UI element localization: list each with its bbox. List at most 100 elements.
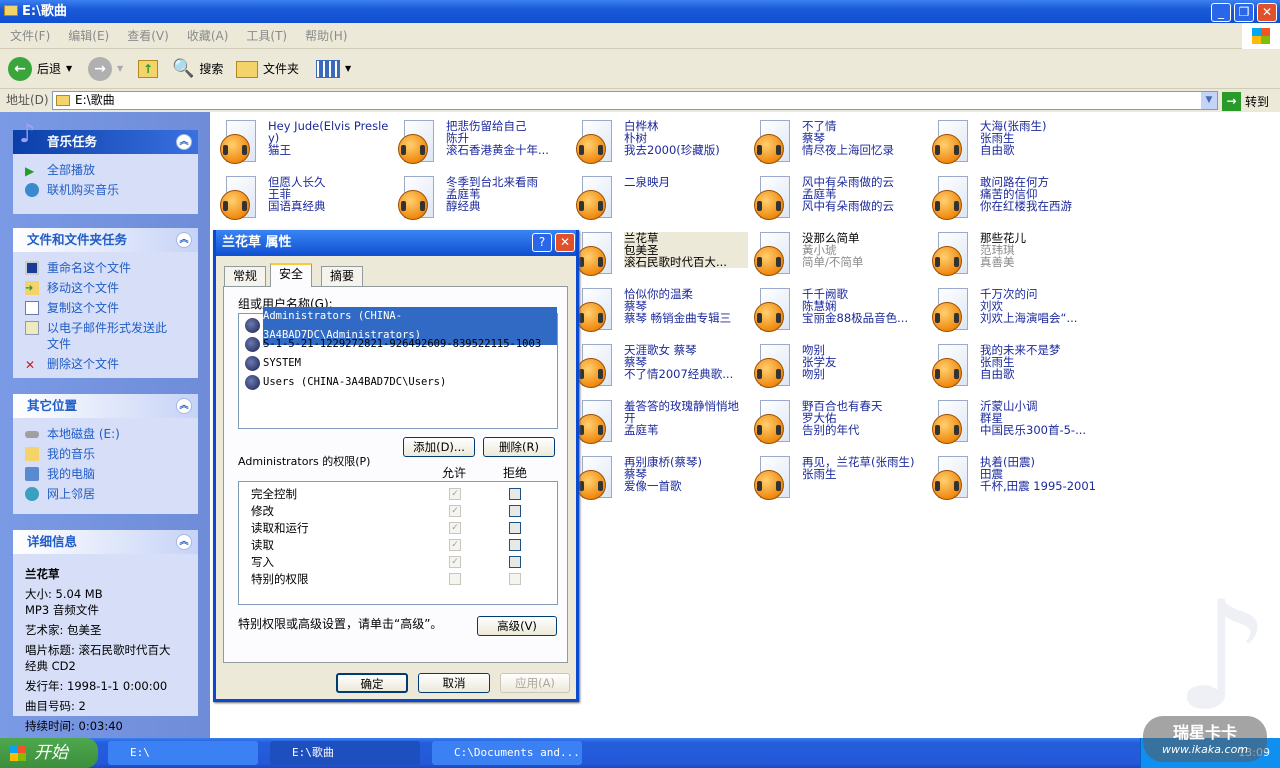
maximize-button[interactable]: ❐ [1234,3,1254,22]
allow-checkbox[interactable]: ✓ [449,505,461,517]
start-button[interactable]: 开始 [0,738,98,768]
tab-summary[interactable]: 摘要 [321,266,364,286]
minimize-button[interactable]: _ [1211,3,1231,22]
dialog-close-button[interactable]: ✕ [555,233,575,252]
file-item[interactable]: 恰似你的温柔 蔡琴 蔡琴 畅销金曲专辑三 [574,286,750,340]
deny-checkbox[interactable] [509,573,521,585]
permission-name: 写入 [251,555,274,569]
menu-help[interactable]: 帮助(H) [305,29,347,43]
up-folder-button[interactable]: ↑ [138,49,158,89]
file-meta: 真善美 [980,255,1015,269]
play-all-link[interactable]: ▶ 全部播放 [25,162,198,178]
delete-file-link[interactable]: ✕ 删除这个文件 [25,356,198,372]
deny-checkbox[interactable] [509,556,521,568]
file-item[interactable]: 冬季到台北来看雨 孟庭苇 醇经典 [396,174,572,228]
advanced-button[interactable]: 高级(V) [477,616,557,636]
menu-edit[interactable]: 编辑(E) [68,29,109,43]
allow-checkbox[interactable]: ✓ [449,488,461,500]
collapse-icon[interactable]: ︽ [176,534,192,550]
ok-button[interactable]: 确定 [336,673,408,693]
file-item[interactable]: 沂蒙山小调 群星 中国民乐300首-5-... [930,398,1106,452]
file-meta: 吻别 [802,367,825,381]
my-music-link[interactable]: 我的音乐 [25,446,198,462]
file-item[interactable]: 敢问路在何方 痛苦的信仰 你在红楼我在西游 [930,174,1106,228]
local-disk-link[interactable]: 本地磁盘 (E:) [25,426,198,442]
collapse-icon[interactable]: ︽ [176,232,192,248]
collapse-icon[interactable]: ︽ [176,134,192,150]
file-item[interactable]: 羞答答的玫瑰静悄悄地开 孟庭苇 [574,398,750,452]
back-button[interactable]: ← 后退 ▼ [8,49,72,89]
tab-general[interactable]: 常规 [224,266,267,286]
file-item[interactable]: 把悲伤留给自己 陈升 滚石香港黄金十年... [396,118,572,172]
add-button[interactable]: 添加(D)... [403,437,475,457]
music-tasks-header[interactable]: ♪ 音乐任务 ︽ [13,121,198,154]
file-item[interactable]: 再见，兰花草(张雨生) 张雨生 [752,454,928,508]
move-file-link[interactable]: ➜ 移动这个文件 [25,280,198,296]
allow-checkbox[interactable]: ✓ [449,539,461,551]
folders-button[interactable]: 文件夹 [236,49,299,89]
file-item[interactable]: 天涯歌女 蔡琴 蔡琴 不了情2007经典歌... [574,342,750,396]
user-list-item[interactable]: SYSTEM [239,354,557,373]
file-item[interactable]: 二泉映月 [574,174,750,228]
shop-music-link[interactable]: 联机购买音乐 [25,182,198,198]
copy-file-link[interactable]: 复制这个文件 [25,300,198,316]
details-header[interactable]: 详细信息 ︽ [13,530,198,554]
my-computer-link[interactable]: 我的电脑 [25,466,198,482]
file-item[interactable]: 那些花儿 范玮琪 真善美 [930,230,1106,284]
allow-checkbox[interactable]: ✓ [449,556,461,568]
task-songs-folder[interactable]: E:\歌曲 [270,741,420,765]
rename-file-link[interactable]: 重命名这个文件 [25,260,198,276]
address-input[interactable]: E:\歌曲 [52,91,1218,110]
deny-checkbox[interactable] [509,522,521,534]
network-places-link[interactable]: 网上邻居 [25,486,198,502]
apply-button[interactable]: 应用(A) [500,673,570,693]
file-label: 吻别 张学友 吻别 [802,344,926,380]
file-item[interactable]: 不了情 蔡琴 情尽夜上海回忆录 [752,118,928,172]
file-item[interactable]: 大海(张雨生) 张雨生 自由歌 [930,118,1106,172]
close-button[interactable]: ✕ [1257,3,1277,22]
file-label: 执着(田震) 田震 千杯,田震 1995-2001 [980,456,1104,492]
menu-favorites[interactable]: 收藏(A) [187,29,229,43]
menu-view[interactable]: 查看(V) [127,29,169,43]
task-documents[interactable]: C:\Documents and... [432,741,582,765]
cancel-button[interactable]: 取消 [418,673,490,693]
file-item[interactable]: 千万次的问 刘欢 刘欢上海演唱会“... [930,286,1106,340]
user-list-item[interactable]: Users (CHINA-3A4BAD7DC\Users) [239,373,557,392]
deny-checkbox[interactable] [509,488,521,500]
user-list-item[interactable]: Administrators (CHINA-3A4BAD7DC\Administ… [239,306,557,345]
file-item[interactable]: 兰花草 包美圣 滚石民歌时代百大... [574,230,750,284]
file-item[interactable]: 但愿人长久 王菲 国语真经典 [218,174,394,228]
allow-checkbox[interactable]: ✓ [449,522,461,534]
views-button[interactable]: ▼ [316,49,351,89]
remove-button[interactable]: 删除(R) [483,437,555,457]
file-item[interactable]: 再别康桥(蔡琴) 蔡琴 爱像一首歌 [574,454,750,508]
help-button[interactable]: ? [532,233,552,252]
user-list-item[interactable]: S-1-5-21-1229272821-926492609-839522115-… [239,335,557,354]
file-item[interactable]: 我的未来不是梦 张雨生 自由歌 [930,342,1106,396]
tab-security[interactable]: 安全 [270,263,313,287]
deny-checkbox[interactable] [509,505,521,517]
search-button[interactable]: 🔍 搜索 [172,49,223,89]
file-meta: 滚石香港黄金十年... [446,143,549,157]
task-drive-e[interactable]: E:\ [108,741,258,765]
address-dropdown[interactable]: ▼ [1201,92,1217,109]
email-file-link[interactable]: 以电子邮件形式发送此文件 [25,320,198,352]
file-item[interactable]: 千千阙歌 陈慧娴 宝丽金88极品音色... [752,286,928,340]
collapse-icon[interactable]: ︽ [176,398,192,414]
file-item[interactable]: 风中有朵雨做的云 孟庭苇 风中有朵雨做的云 [752,174,928,228]
deny-checkbox[interactable] [509,539,521,551]
allow-checkbox[interactable] [449,573,461,585]
user-list[interactable]: Administrators (CHINA-3A4BAD7DC\Administ… [238,306,558,429]
other-places-header[interactable]: 其它位置 ︽ [13,394,198,418]
file-item[interactable]: 白桦林 朴树 我去2000(珍藏版) [574,118,750,172]
file-item[interactable]: 没那么简单 黃小琥 简单/不简单 [752,230,928,284]
go-button[interactable]: → 转到 [1222,91,1269,111]
menu-tools[interactable]: 工具(T) [246,29,287,43]
menu-file[interactable]: 文件(F) [10,29,50,43]
file-tasks-header[interactable]: 文件和文件夹任务 ︽ [13,228,198,252]
file-item[interactable]: 野百合也有春天 罗大佑 告别的年代 [752,398,928,452]
file-item[interactable]: 执着(田震) 田震 千杯,田震 1995-2001 [930,454,1106,508]
forward-button[interactable]: → ▼ [88,49,123,89]
file-item[interactable]: 吻别 张学友 吻别 [752,342,928,396]
file-item[interactable]: Hey Jude(Elvis Presley) 猫王 [218,118,394,172]
